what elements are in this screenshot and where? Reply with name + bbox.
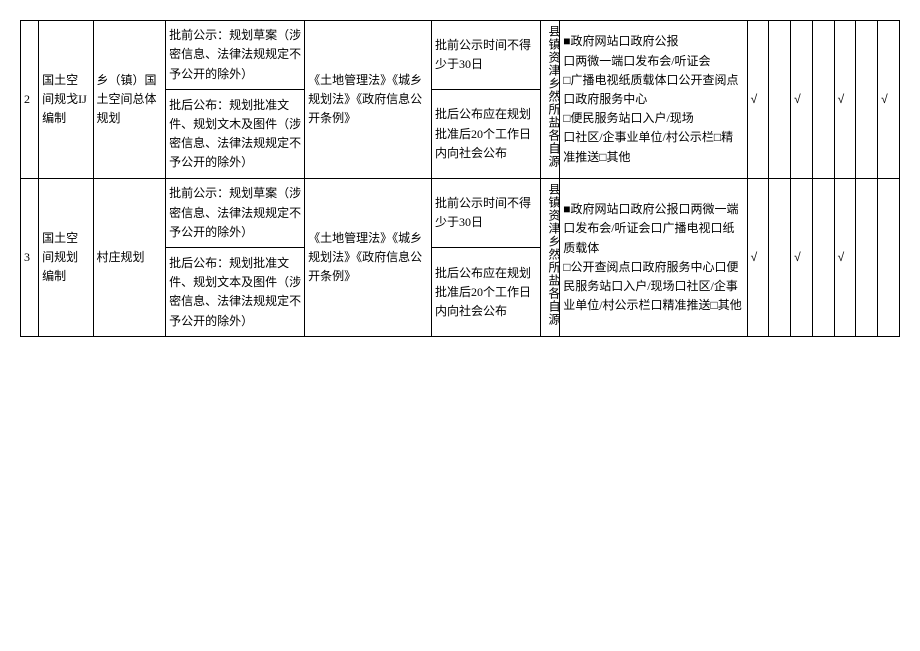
time-pre-cell: 批前公示时间不得少于30日 [432, 21, 541, 90]
row-number: 2 [21, 21, 39, 179]
check-cell [769, 179, 791, 337]
table-row: 2 国土空间规戈IJ编制 乡（镇）国土空间总体规划 批前公示：规划草案（涉密信息… [21, 21, 900, 90]
content-pre-cell: 批前公示：规划草案（涉密信息、法律法规规定不予公开的除外） [166, 21, 305, 90]
subject-cell: 县镇资津乡然所盐各自源 [540, 179, 559, 337]
disclosure-table: 2 国土空间规戈IJ编制 乡（镇）国土空间总体规划 批前公示：规划草案（涉密信息… [20, 20, 900, 337]
check-cell [812, 179, 834, 337]
document-page: 2 国土空间规戈IJ编制 乡（镇）国土空间总体规划 批前公示：规划草案（涉密信息… [20, 20, 900, 337]
category-cell: 国土空间规戈IJ编制 [39, 21, 93, 179]
check-cell: √ [834, 21, 856, 179]
check-cell: √ [747, 179, 769, 337]
check-cell: √ [791, 21, 813, 179]
time-post-cell: 批后公布应在规划批准后20个工作日内向社会公布 [432, 248, 541, 337]
check-cell [856, 21, 878, 179]
check-cell: √ [791, 179, 813, 337]
check-cell [769, 21, 791, 179]
channels-cell: ■政府网站口政府公报 口两微一端口发布会/听证会 □广播电视纸质载体口公开查阅点… [560, 21, 747, 179]
plan-cell: 村庄规划 [93, 179, 166, 337]
content-pre-cell: 批前公示：规划草案（涉密信息、法律法规规定不予公开的除外） [166, 179, 305, 248]
row-number: 3 [21, 179, 39, 337]
check-cell: √ [747, 21, 769, 179]
basis-cell: 《土地管理法》《城乡规划法》《政府信息公开条例》 [305, 179, 432, 337]
check-cell [878, 179, 900, 337]
check-cell: √ [878, 21, 900, 179]
basis-cell: 《土地管理法》《城乡规划法》《政府信息公开条例》 [305, 21, 432, 179]
subject-cell: 县镇资津乡然所盐各自源 [540, 21, 559, 179]
time-pre-cell: 批前公示时间不得少于30日 [432, 179, 541, 248]
content-post-cell: 批后公布：规划批准文件、规划文本及图件（涉密信息、法律法规规定不予公开的除外） [166, 248, 305, 337]
content-post-cell: 批后公布：规划批准文件、规划文木及图件（涉密信息、法律法规规定不予公开的除外） [166, 90, 305, 179]
plan-cell: 乡（镇）国土空间总体规划 [93, 21, 166, 179]
category-cell: 国土空间规划编制 [39, 179, 93, 337]
time-post-cell: 批后公布应在规划批准后20个工作日内向社会公布 [432, 90, 541, 179]
check-cell [812, 21, 834, 179]
channels-cell: ■政府网站口政府公报口两微一端口发布会/听证会口广播电视口纸质载体 □公开查阅点… [560, 179, 747, 337]
table-row: 3 国土空间规划编制 村庄规划 批前公示：规划草案（涉密信息、法律法规规定不予公… [21, 179, 900, 248]
check-cell: √ [834, 179, 856, 337]
check-cell [856, 179, 878, 337]
